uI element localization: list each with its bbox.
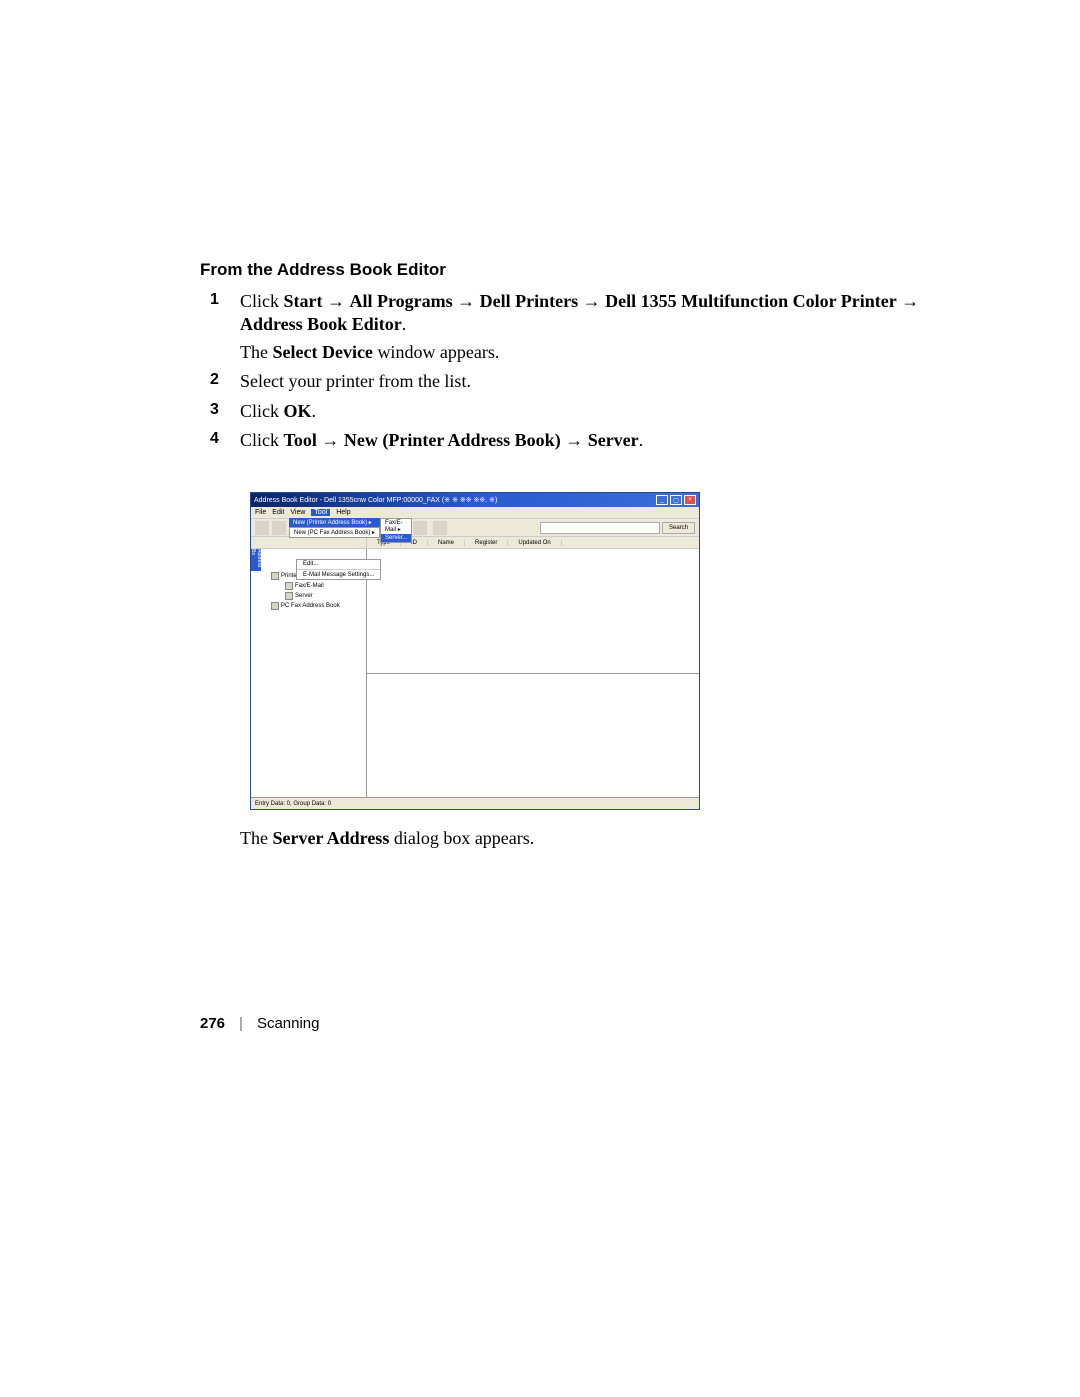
path: All Programs (350, 291, 453, 311)
t: . (639, 430, 644, 450)
step-2: Select your printer from the list. (200, 370, 920, 393)
column-headers: Type ID Name Register Updated On (251, 537, 699, 549)
list-pane (367, 549, 699, 674)
col-register[interactable]: Register (465, 540, 508, 546)
path: Tool (284, 430, 317, 450)
page-footer: 276 | Scanning (200, 1015, 320, 1032)
t: OK (284, 401, 312, 421)
path: Dell 1355 Multifunction Color Printer (605, 291, 897, 311)
step-4: Click Tool → New (Printer Address Book) … (200, 429, 920, 452)
t: Select Device (272, 342, 372, 362)
menu-help[interactable]: Help (336, 509, 350, 516)
arrow-icon: → (901, 291, 919, 311)
tree-label: Fax/E-Mail (295, 583, 324, 589)
step-3: Click OK. (200, 400, 920, 423)
right-panes (367, 549, 699, 797)
context-menu: Edit... E-Mail Message Settings... (296, 559, 381, 580)
t: . (402, 314, 407, 334)
caption-after: The Server Address dialog box appears. (240, 828, 920, 849)
tree-pcfax[interactable]: PC Fax Address Book (265, 601, 366, 611)
menu-file[interactable]: File (255, 509, 266, 516)
maximize-button[interactable]: ▢ (670, 495, 682, 505)
arrow-icon: → (321, 430, 339, 450)
redo-icon[interactable] (413, 521, 427, 535)
path: Start (284, 291, 323, 311)
search-button[interactable]: Search (662, 522, 695, 534)
cm-email-settings[interactable]: E-Mail Message Settings... (297, 571, 380, 579)
tree-panel: Address Bo Edit... E-Mail Message Settin… (251, 549, 367, 797)
t: Click (240, 291, 284, 311)
t: Click (240, 430, 284, 450)
footer-section: Scanning (257, 1015, 320, 1032)
book-icon (271, 602, 279, 610)
arrow-icon: → (565, 430, 583, 450)
search-area: Search (540, 522, 695, 534)
screenshot-window: Address Book Editor - Dell 1355cnw Color… (250, 492, 700, 810)
page-number: 276 (200, 1015, 225, 1032)
path: New (Printer Address Book) (344, 430, 561, 450)
t: Click (240, 401, 284, 421)
footer-divider: | (239, 1015, 243, 1032)
t: The (240, 828, 272, 848)
tree-fax-email[interactable]: Fax/E-Mail (279, 581, 366, 591)
section-heading: From the Address Book Editor (200, 260, 920, 280)
toolbar-icon[interactable] (272, 521, 286, 535)
folder-icon (285, 582, 293, 590)
tree-server[interactable]: Server (279, 591, 366, 601)
submenu-server[interactable]: Server... (381, 534, 411, 542)
tree-label: PC Fax Address Book (281, 603, 340, 609)
path: Address Book Editor (240, 314, 402, 334)
submenu: Fax/E-Mail ▸ Server... (380, 518, 412, 543)
arrow-icon: → (327, 291, 345, 311)
book-icon (271, 572, 279, 580)
app-body: Address Bo Edit... E-Mail Message Settin… (251, 549, 699, 797)
minimize-button[interactable]: _ (656, 495, 668, 505)
arrow-icon: → (583, 291, 601, 311)
tree-label: Server (295, 593, 313, 599)
step1-sub: The Select Device window appears. (240, 341, 920, 364)
menu-item-new-printer[interactable]: New (Printer Address Book) ▸ (289, 518, 380, 527)
path: Server (588, 430, 639, 450)
submenu-fax-email[interactable]: Fax/E-Mail ▸ (381, 519, 411, 534)
step1-text: Click Start → All Programs → Dell Printe… (240, 291, 919, 334)
t: The (240, 342, 272, 362)
t: dialog box appears. (389, 828, 534, 848)
tool-dropdown: New (Printer Address Book) ▸ New (PC Fax… (289, 518, 380, 538)
steps-list: Click Start → All Programs → Dell Printe… (200, 290, 920, 452)
t: window appears. (373, 342, 499, 362)
col-name[interactable]: Name (428, 540, 465, 546)
toolbar-icon[interactable] (255, 521, 269, 535)
book-icon[interactable] (433, 521, 447, 535)
t: Server Address (272, 828, 389, 848)
t: . (312, 401, 317, 421)
menu-tool[interactable]: Tool (311, 509, 330, 516)
titlebar: Address Book Editor - Dell 1355cnw Color… (251, 493, 699, 507)
tree-tab[interactable]: Address Bo (251, 549, 261, 571)
col-updated[interactable]: Updated On (508, 540, 561, 546)
menu-item-new-pcfax[interactable]: New (PC Fax Address Book) ▸ (289, 527, 380, 538)
window-title: Address Book Editor - Dell 1355cnw Color… (254, 496, 497, 504)
toolbar: New (Printer Address Book) ▸ New (PC Fax… (251, 519, 699, 537)
menu-edit[interactable]: Edit (272, 509, 284, 516)
menu-view[interactable]: View (290, 509, 305, 516)
step-1: Click Start → All Programs → Dell Printe… (200, 290, 920, 364)
arrow-icon: → (457, 291, 475, 311)
detail-pane (367, 674, 699, 798)
statusbar: Entry Data: 0, Group Data: 0 (251, 797, 699, 809)
search-input[interactable] (540, 522, 660, 534)
cm-edit[interactable]: Edit... (297, 560, 380, 568)
path: Dell Printers (480, 291, 578, 311)
server-icon (285, 592, 293, 600)
close-button[interactable]: × (684, 495, 696, 505)
